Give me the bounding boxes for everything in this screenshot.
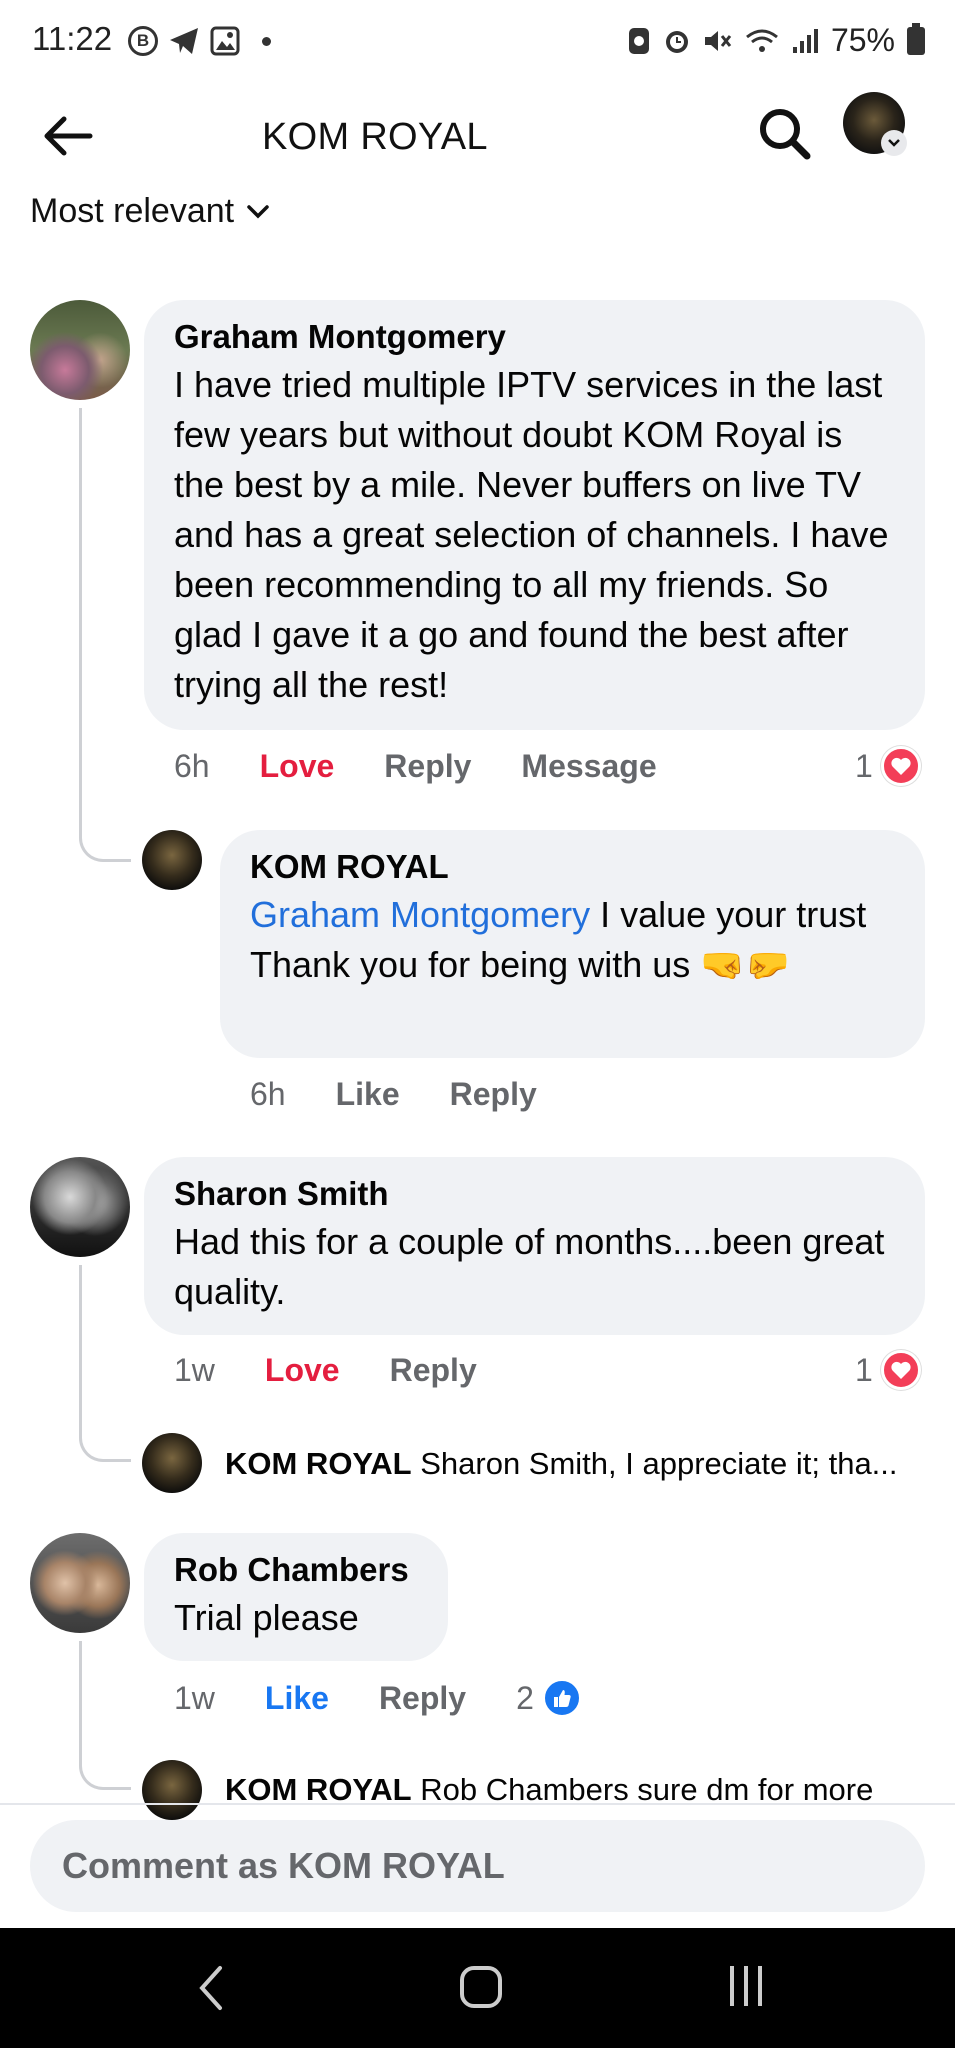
reply-bubble[interactable]: KOM ROYAL Graham Montgomery I value your… [220, 830, 925, 1058]
reply-text: Graham Montgomery I value your trust Tha… [250, 890, 895, 990]
comment-author[interactable]: Rob Chambers [174, 1551, 418, 1589]
avatar[interactable] [142, 830, 202, 890]
like-button[interactable]: Like [265, 1680, 329, 1717]
comment-author[interactable]: Graham Montgomery [174, 318, 895, 356]
sort-label: Most relevant [30, 192, 235, 230]
wifi-icon [746, 29, 778, 52]
sort-dropdown[interactable]: Most relevant [30, 192, 270, 231]
reply-preview-text: Sharon Smith, I appreciate it; tha... [420, 1446, 898, 1481]
comment-input-placeholder: Comment as KOM ROYAL [62, 1845, 505, 1886]
mention-link[interactable]: Graham Montgomery [250, 894, 590, 935]
love-button[interactable]: Love [260, 748, 335, 785]
avatar[interactable] [30, 300, 130, 400]
composer-divider [0, 1803, 955, 1805]
comment-bubble[interactable]: Graham Montgomery I have tried multiple … [144, 300, 925, 730]
reply-time: 6h [250, 1076, 286, 1112]
comment-time: 1w [174, 1679, 215, 1716]
avatar[interactable] [30, 1533, 130, 1633]
thread-connector [79, 1738, 131, 1790]
reply-text-line1: I value your trust [590, 894, 867, 935]
back-arrow-icon[interactable] [38, 106, 98, 166]
nav-home-icon[interactable] [460, 1966, 502, 2008]
mute-icon [704, 30, 732, 51]
nfc-icon [628, 27, 649, 54]
avatar[interactable] [142, 1433, 202, 1493]
comment-text: Had this for a couple of months....been … [174, 1221, 885, 1312]
status-bar: 11:22 B 75% [0, 0, 955, 84]
comment-actions: 1w Like Reply 2 [174, 1678, 582, 1718]
system-icons: 75% [627, 22, 925, 59]
reply-preview-author[interactable]: KOM ROYAL [225, 1446, 412, 1481]
comment-time: 6h [174, 748, 210, 784]
message-button[interactable]: Message [521, 748, 656, 785]
like-icon [541, 1678, 582, 1718]
love-button[interactable]: Love [265, 1352, 340, 1389]
battery-percent: 75% [830, 22, 895, 58]
more-notifications-dot [262, 36, 271, 46]
nav-back-icon[interactable] [196, 1964, 226, 2012]
reply-preview-text: Rob Chambers sure dm for more [420, 1772, 874, 1804]
reaction-count[interactable]: 2 [516, 1678, 582, 1718]
comment-actions: 1w Love Reply [174, 1352, 477, 1389]
battery-icon [907, 22, 925, 55]
reaction-count-value: 2 [516, 1679, 534, 1716]
reply-preview[interactable]: KOM ROYAL Sharon Smith, I appreciate it;… [225, 1446, 925, 1482]
comment-text: Trial please [174, 1597, 359, 1638]
signal-icon [792, 28, 818, 53]
alarm-icon [665, 30, 688, 53]
reaction-count-value: 1 [855, 747, 873, 784]
notification-icons: B [128, 26, 271, 56]
telegram-icon [170, 28, 198, 54]
avatar[interactable] [30, 1157, 130, 1257]
reply-button[interactable]: Reply [379, 1680, 466, 1717]
thread-line [79, 1265, 82, 1425]
system-nav-bar [0, 1928, 955, 2048]
reply-preview-author[interactable]: KOM ROYAL [225, 1772, 412, 1804]
reply-button[interactable]: Reply [390, 1352, 477, 1389]
reaction-count[interactable]: 1 [855, 746, 921, 786]
like-button[interactable]: Like [336, 1076, 400, 1113]
comment-actions: 6h Love Reply Message [174, 748, 657, 785]
chevron-down-icon[interactable] [881, 130, 907, 156]
reply-actions: 6h Like Reply [250, 1076, 537, 1113]
app-header: KOM ROYAL [0, 84, 955, 188]
comment-bubble[interactable]: Sharon Smith Had this for a couple of mo… [144, 1157, 925, 1335]
gallery-icon [210, 26, 240, 56]
comment-text: I have tried multiple IPTV services in t… [174, 364, 889, 705]
page-title: KOM ROYAL [262, 116, 488, 158]
reaction-count-value: 1 [855, 1351, 873, 1388]
search-icon[interactable] [755, 104, 815, 164]
reaction-count[interactable]: 1 [855, 1350, 921, 1390]
status-time: 11:22 [32, 20, 113, 57]
heart-icon [880, 746, 921, 786]
reply-author[interactable]: KOM ROYAL [250, 848, 895, 886]
reply-text-line2: Thank you for being with us 🤜🤛 [250, 944, 790, 985]
comment-time: 1w [174, 1352, 215, 1388]
heart-icon [880, 1350, 921, 1390]
thread-line [79, 408, 82, 838]
chevron-down-icon [247, 204, 269, 218]
thread-connector [79, 810, 131, 862]
comment-bubble[interactable]: Rob Chambers Trial please [144, 1533, 448, 1661]
reply-button[interactable]: Reply [450, 1076, 537, 1113]
nav-recents-icon[interactable] [730, 1966, 762, 2006]
comment-author[interactable]: Sharon Smith [174, 1175, 895, 1213]
avatar[interactable] [142, 1760, 202, 1820]
reply-preview[interactable]: KOM ROYAL Rob Chambers sure dm for more [225, 1772, 925, 1804]
comment-input[interactable]: Comment as KOM ROYAL [30, 1820, 925, 1912]
thread-connector [79, 1410, 131, 1462]
reply-button[interactable]: Reply [384, 748, 471, 785]
b-notification-icon: B [128, 26, 158, 56]
